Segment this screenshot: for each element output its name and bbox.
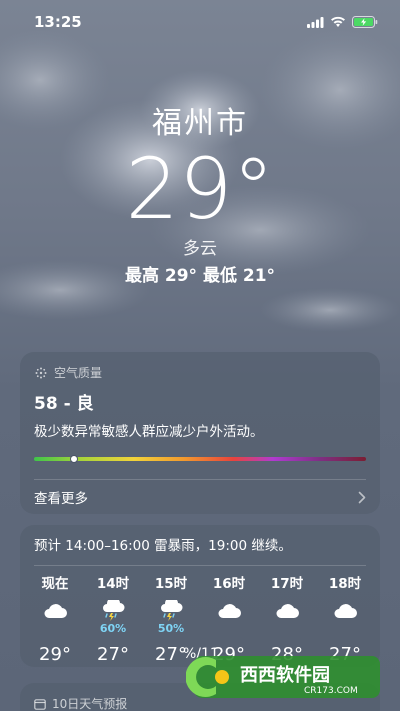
status-icons: [307, 16, 378, 28]
air-quality-icon: [35, 367, 47, 378]
cloud-icon: [332, 600, 358, 622]
hour-precipitation: 50%: [157, 622, 185, 635]
hour-item: 现在 29°: [26, 574, 84, 666]
air-quality-value: 58 - 良: [34, 394, 94, 414]
wifi-icon: [331, 16, 345, 27]
thunderstorm-icon: [100, 600, 126, 622]
calendar-icon: [34, 698, 46, 710]
watermark-logo: 西西软件园 CR173.COM: [186, 656, 380, 698]
hour-temperature: 27°: [97, 644, 129, 665]
current-weather: 福州市 29° 多云 最高 29° 最低 21°: [0, 104, 400, 288]
air-quality-header: 空气质量: [20, 352, 380, 381]
see-more-label: 查看更多: [34, 491, 88, 507]
cloud-icon: [274, 600, 300, 622]
air-quality-indicator: [69, 455, 78, 463]
hour-label: 现在: [41, 576, 69, 592]
cloud-icon: [216, 600, 242, 622]
chevron-right-icon: [358, 491, 366, 503]
status-time: 13:25: [34, 13, 82, 31]
cloud-icon: [42, 600, 68, 622]
city-name: 福州市: [152, 106, 248, 141]
hour-label: 15时: [154, 576, 188, 592]
air-quality-scale-bar: [34, 455, 366, 463]
hour-label: 16时: [212, 576, 246, 592]
hour-item: 14时 60% 27°: [84, 574, 142, 666]
high-low-temperature: 最高 29° 最低 21°: [124, 266, 276, 286]
daily-forecast-title: 10日天气预报: [52, 697, 128, 711]
status-bar: 13:25: [0, 0, 400, 44]
current-temperature: 29°: [125, 140, 275, 238]
svg-text:CR173.COM: CR173.COM: [304, 686, 358, 696]
battery-charging-icon: [352, 16, 378, 28]
svg-text:西西软件园: 西西软件园: [240, 664, 330, 686]
signal-icon: [307, 16, 324, 28]
see-more-button[interactable]: 查看更多: [20, 480, 380, 514]
hour-precipitation: 60%: [99, 622, 127, 635]
air-quality-title: 空气质量: [54, 366, 103, 380]
current-condition: 多云: [183, 239, 217, 259]
hour-temperature: 29°: [39, 644, 71, 665]
hour-label: 14时: [96, 576, 130, 592]
hour-label: 18时: [328, 576, 362, 592]
air-quality-description: 极少数异常敏感人群应减少户外活动。: [34, 424, 264, 440]
hour-label: 17时: [270, 576, 304, 592]
thunderstorm-icon: [158, 600, 184, 622]
air-quality-card[interactable]: 空气质量 58 - 良 极少数异常敏感人群应减少户外活动。 查看更多: [20, 352, 380, 514]
hourly-summary: 预计 14:00–16:00 雷暴雨，19:00 继续。: [34, 538, 292, 554]
